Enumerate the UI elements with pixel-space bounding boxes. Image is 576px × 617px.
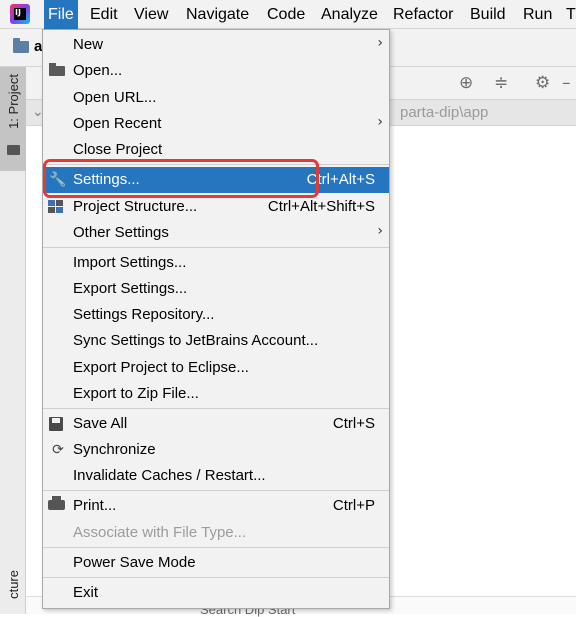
menu-item-label: Print... [73,497,117,514]
menu-separator [43,577,389,578]
menu-item-export-eclipse[interactable]: Export Project to Eclipse... [43,355,389,381]
menu-item-synchronize[interactable]: ⟳ Synchronize [43,437,389,463]
chevron-right-icon: › [377,35,383,51]
menu-item-label: Open URL... [73,89,157,106]
menu-item-new[interactable]: New › [43,32,389,58]
menu-run[interactable]: Run [519,0,556,29]
menu-file[interactable]: File [44,0,78,29]
menu-item-import-settings[interactable]: Import Settings... [43,250,389,276]
gear-icon[interactable]: ⚙ [535,74,550,92]
menu-item-settings-repository[interactable]: Settings Repository... [43,302,389,328]
menu-item-export-settings[interactable]: Export Settings... [43,276,389,302]
minimize-icon[interactable]: – [562,74,571,92]
save-icon [49,417,63,431]
menu-item-sync-settings[interactable]: Sync Settings to JetBrains Account... [43,328,389,354]
menu-item-label: Associate with File Type... [73,524,247,541]
menu-item-open-url[interactable]: Open URL... [43,85,389,111]
menu-separator [43,490,389,491]
menu-item-label: Export Project to Eclipse... [73,359,249,376]
menu-item-exit[interactable]: Exit [43,580,389,606]
folder-open-icon [49,63,65,76]
menu-item-shortcut: Ctrl+S [332,415,375,432]
menu-item-label: Invalidate Caches / Restart... [73,467,266,484]
menu-item-other-settings[interactable]: Other Settings › [43,220,389,246]
menu-item-label: Other Settings [73,224,169,241]
project-structure-icon [48,200,64,214]
chevron-right-icon: › [377,223,383,239]
menu-item-label: Sync Settings to JetBrains Account... [73,332,319,349]
project-folder-icon [13,38,29,53]
menu-item-export-zip[interactable]: Export to Zip File... [43,381,389,407]
menu-item-label: Power Save Mode [73,554,196,571]
menu-item-label: Export to Zip File... [73,385,199,402]
menu-separator [43,247,389,248]
menu-edit[interactable]: Edit [86,0,122,29]
project-path: parta-dip\app [400,104,489,121]
menu-separator [43,408,389,409]
menu-item-label: Settings Repository... [73,306,215,323]
menu-item-label: Close Project [73,141,163,158]
menu-separator [43,547,389,548]
menu-item-label: Exit [73,584,99,601]
menu-item-label: Save All [73,415,128,432]
menu-code[interactable]: Code [263,0,309,29]
project-tab-label[interactable]: 1: Project [6,74,21,129]
menu-item-invalidate-caches[interactable]: Invalidate Caches / Restart... [43,463,389,489]
menu-view[interactable]: View [130,0,172,29]
menu-item-label: Open... [73,62,123,79]
chevron-right-icon: › [377,114,383,130]
menu-item-label: Export Settings... [73,280,188,297]
menu-item-shortcut: Ctrl+P [332,497,375,514]
menu-item-shortcut: Ctrl+Alt+Shift+S [267,198,375,215]
menu-item-label: Synchronize [73,441,156,458]
menu-bar: IJ File Edit View Navigate Code Analyze … [0,0,576,29]
menu-item-open-recent[interactable]: Open Recent › [43,111,389,137]
menu-tools[interactable]: T [562,0,576,29]
menu-analyze[interactable]: Analyze [317,0,382,29]
structure-tab-label[interactable]: cture [6,570,21,599]
menu-build[interactable]: Build [466,0,510,29]
menu-item-label: Project Structure... [73,198,198,215]
menu-item-label: Import Settings... [73,254,187,271]
project-tab-folder-icon [7,145,20,155]
sync-icon: ⟳ [52,442,64,458]
menu-item-label: New [73,36,104,53]
menu-item-save-all[interactable]: Save All Ctrl+S [43,411,389,437]
app-logo-icon: IJ [10,4,30,24]
settings-highlight-annotation [43,159,319,198]
menu-item-label: Open Recent [73,115,162,132]
menu-item-associate-file-type: Associate with File Type... [43,520,389,546]
menu-item-power-save-mode[interactable]: Power Save Mode [43,550,389,576]
menu-navigate[interactable]: Navigate [182,0,253,29]
collapse-all-icon[interactable]: ≑ [494,74,508,92]
locate-icon[interactable]: ⊕ [459,74,473,92]
print-icon [48,496,65,510]
menu-refactor[interactable]: Refactor [389,0,457,29]
file-menu-dropdown: New › Open... Open URL... Open Recent › … [42,29,390,609]
menu-item-print[interactable]: Print... Ctrl+P [43,493,389,519]
menu-item-open[interactable]: Open... [43,58,389,84]
